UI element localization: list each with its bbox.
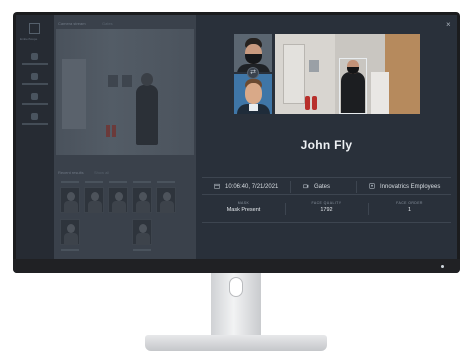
recent-thumb[interactable] — [84, 187, 104, 213]
calendar-icon — [214, 183, 220, 189]
recent-thumb[interactable] — [132, 187, 152, 213]
face-detection-box — [339, 58, 367, 114]
thumb-label — [61, 181, 79, 183]
thumb-label — [61, 249, 79, 251]
reference-face-photo[interactable] — [234, 74, 272, 114]
camera-item: Gates — [303, 183, 330, 190]
attribute-key: FACE ORDER — [396, 201, 423, 205]
watchlist-item: Innovatrics Employees — [369, 183, 440, 190]
attribute-value: 1792 — [320, 207, 333, 213]
nav-cameras-icon[interactable] — [31, 73, 38, 80]
divider — [356, 181, 357, 193]
attributes-row: MASK Mask Present FACE QUALITY 1792 FACE… — [202, 197, 451, 223]
live-title: Camera stream — [58, 21, 86, 26]
recent-thumb[interactable] — [60, 187, 80, 213]
nav-home-icon[interactable] — [31, 53, 38, 60]
close-icon[interactable]: × — [446, 20, 451, 29]
attribute-key: FACE QUALITY — [311, 201, 342, 205]
scene-snapshot[interactable] — [275, 34, 420, 114]
watchlist-icon — [369, 183, 375, 189]
recent-thumb[interactable] — [108, 187, 128, 213]
sidebar: EmberScope — [16, 15, 54, 259]
attribute-value: Mask Present — [226, 207, 261, 213]
nav-label-placeholder — [22, 123, 48, 125]
detection-info-bar: 10:06:40, 7/21/2021 Gates Innovatrics Em… — [202, 177, 451, 195]
nav-label-placeholder — [22, 83, 48, 85]
thumb-label — [157, 181, 175, 183]
live-camera-feed[interactable] — [56, 29, 194, 155]
timestamp-text: 10:06:40, 7/21/2021 — [225, 184, 279, 190]
monitor-screen: EmberScope Camera stream Gates Recent re… — [16, 15, 457, 259]
nav-label-placeholder — [22, 63, 48, 65]
recent-thumb[interactable] — [60, 219, 80, 245]
recent-show-all-link[interactable]: Show all — [94, 170, 109, 175]
recent-thumb[interactable] — [132, 219, 152, 245]
power-led — [441, 265, 444, 268]
monitor-stand-base — [145, 335, 327, 351]
thumb-label — [109, 181, 127, 183]
cable-hole — [229, 277, 243, 297]
detection-detail-panel: × ⇄ John Fly 10:06:40, 7/21/2021 Gates I… — [196, 15, 457, 259]
attribute-mask: MASK Mask Present — [202, 201, 285, 213]
attribute-key: MASK — [237, 201, 250, 205]
nav-label-placeholder — [22, 103, 48, 105]
thumb-label — [85, 181, 103, 183]
timestamp-item: 10:06:40, 7/21/2021 — [214, 183, 278, 190]
attribute-face-quality: FACE QUALITY 1792 — [285, 201, 368, 213]
attribute-value: 1 — [407, 207, 412, 213]
attribute-face-order: FACE ORDER 1 — [368, 201, 451, 213]
camera-text: Gates — [314, 184, 331, 190]
person-name: John Fly — [300, 138, 353, 152]
camera-icon — [303, 184, 309, 189]
divider — [290, 181, 291, 193]
monitor-chin — [13, 259, 460, 273]
nav-watchlists-icon[interactable] — [31, 93, 38, 100]
thumb-label — [133, 181, 151, 183]
live-sub: Gates — [102, 21, 113, 26]
app-logo-text: EmberScope — [20, 37, 38, 41]
app-logo-icon — [29, 23, 40, 34]
watchlist-text: Innovatrics Employees — [380, 184, 441, 190]
person-silhouette — [136, 85, 158, 145]
background-app: EmberScope Camera stream Gates Recent re… — [16, 15, 196, 259]
recent-thumb[interactable] — [156, 187, 176, 213]
recent-results-title: Recent results — [58, 170, 84, 175]
thumb-label — [133, 249, 151, 251]
nav-settings-icon[interactable] — [31, 113, 38, 120]
swap-icon[interactable]: ⇄ — [247, 67, 259, 79]
